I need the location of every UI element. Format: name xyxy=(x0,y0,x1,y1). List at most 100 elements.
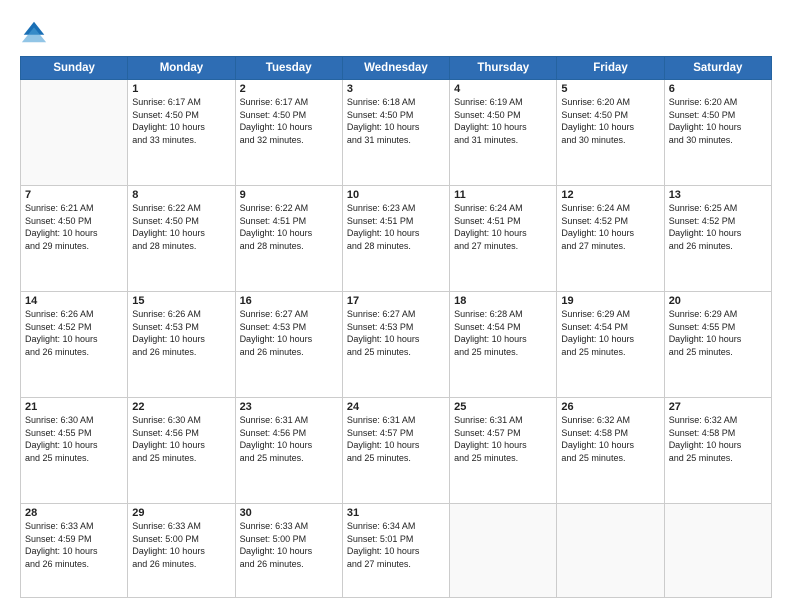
day-number: 20 xyxy=(669,295,767,307)
page-header xyxy=(20,18,772,46)
calendar-cell: 8Sunrise: 6:22 AM Sunset: 4:50 PM Daylig… xyxy=(128,186,235,292)
calendar-cell: 26Sunrise: 6:32 AM Sunset: 4:58 PM Dayli… xyxy=(557,398,664,504)
day-info: Sunrise: 6:25 AM Sunset: 4:52 PM Dayligh… xyxy=(669,202,767,252)
day-number: 4 xyxy=(454,83,552,95)
calendar-cell: 27Sunrise: 6:32 AM Sunset: 4:58 PM Dayli… xyxy=(664,398,771,504)
calendar-cell: 12Sunrise: 6:24 AM Sunset: 4:52 PM Dayli… xyxy=(557,186,664,292)
day-info: Sunrise: 6:29 AM Sunset: 4:55 PM Dayligh… xyxy=(669,308,767,358)
calendar-cell xyxy=(21,80,128,186)
calendar-cell: 14Sunrise: 6:26 AM Sunset: 4:52 PM Dayli… xyxy=(21,292,128,398)
day-number: 31 xyxy=(347,507,445,519)
day-number: 5 xyxy=(561,83,659,95)
calendar-cell: 29Sunrise: 6:33 AM Sunset: 5:00 PM Dayli… xyxy=(128,504,235,598)
day-number: 30 xyxy=(240,507,338,519)
day-number: 14 xyxy=(25,295,123,307)
day-info: Sunrise: 6:32 AM Sunset: 4:58 PM Dayligh… xyxy=(561,414,659,464)
logo-icon xyxy=(20,18,48,46)
day-info: Sunrise: 6:31 AM Sunset: 4:57 PM Dayligh… xyxy=(454,414,552,464)
day-number: 3 xyxy=(347,83,445,95)
day-info: Sunrise: 6:31 AM Sunset: 4:56 PM Dayligh… xyxy=(240,414,338,464)
day-number: 17 xyxy=(347,295,445,307)
day-info: Sunrise: 6:22 AM Sunset: 4:51 PM Dayligh… xyxy=(240,202,338,252)
day-header-saturday: Saturday xyxy=(664,57,771,80)
calendar-cell: 22Sunrise: 6:30 AM Sunset: 4:56 PM Dayli… xyxy=(128,398,235,504)
calendar-cell: 6Sunrise: 6:20 AM Sunset: 4:50 PM Daylig… xyxy=(664,80,771,186)
day-info: Sunrise: 6:17 AM Sunset: 4:50 PM Dayligh… xyxy=(132,96,230,146)
day-info: Sunrise: 6:33 AM Sunset: 5:00 PM Dayligh… xyxy=(240,520,338,570)
calendar-cell: 24Sunrise: 6:31 AM Sunset: 4:57 PM Dayli… xyxy=(342,398,449,504)
calendar-cell: 23Sunrise: 6:31 AM Sunset: 4:56 PM Dayli… xyxy=(235,398,342,504)
week-row-4: 28Sunrise: 6:33 AM Sunset: 4:59 PM Dayli… xyxy=(21,504,772,598)
day-number: 29 xyxy=(132,507,230,519)
day-info: Sunrise: 6:29 AM Sunset: 4:54 PM Dayligh… xyxy=(561,308,659,358)
day-info: Sunrise: 6:22 AM Sunset: 4:50 PM Dayligh… xyxy=(132,202,230,252)
day-info: Sunrise: 6:23 AM Sunset: 4:51 PM Dayligh… xyxy=(347,202,445,252)
day-number: 23 xyxy=(240,401,338,413)
day-info: Sunrise: 6:27 AM Sunset: 4:53 PM Dayligh… xyxy=(240,308,338,358)
calendar-cell: 31Sunrise: 6:34 AM Sunset: 5:01 PM Dayli… xyxy=(342,504,449,598)
calendar-table: SundayMondayTuesdayWednesdayThursdayFrid… xyxy=(20,56,772,598)
calendar-cell xyxy=(557,504,664,598)
calendar-cell: 9Sunrise: 6:22 AM Sunset: 4:51 PM Daylig… xyxy=(235,186,342,292)
calendar-cell: 16Sunrise: 6:27 AM Sunset: 4:53 PM Dayli… xyxy=(235,292,342,398)
day-number: 15 xyxy=(132,295,230,307)
calendar-cell: 17Sunrise: 6:27 AM Sunset: 4:53 PM Dayli… xyxy=(342,292,449,398)
week-row-3: 21Sunrise: 6:30 AM Sunset: 4:55 PM Dayli… xyxy=(21,398,772,504)
day-number: 1 xyxy=(132,83,230,95)
calendar-cell: 1Sunrise: 6:17 AM Sunset: 4:50 PM Daylig… xyxy=(128,80,235,186)
day-info: Sunrise: 6:30 AM Sunset: 4:55 PM Dayligh… xyxy=(25,414,123,464)
day-info: Sunrise: 6:24 AM Sunset: 4:52 PM Dayligh… xyxy=(561,202,659,252)
day-number: 6 xyxy=(669,83,767,95)
calendar-cell: 13Sunrise: 6:25 AM Sunset: 4:52 PM Dayli… xyxy=(664,186,771,292)
day-header-friday: Friday xyxy=(557,57,664,80)
calendar-header-row: SundayMondayTuesdayWednesdayThursdayFrid… xyxy=(21,57,772,80)
day-number: 18 xyxy=(454,295,552,307)
day-number: 24 xyxy=(347,401,445,413)
calendar-cell: 30Sunrise: 6:33 AM Sunset: 5:00 PM Dayli… xyxy=(235,504,342,598)
day-info: Sunrise: 6:31 AM Sunset: 4:57 PM Dayligh… xyxy=(347,414,445,464)
day-info: Sunrise: 6:34 AM Sunset: 5:01 PM Dayligh… xyxy=(347,520,445,570)
day-number: 12 xyxy=(561,189,659,201)
day-number: 21 xyxy=(25,401,123,413)
day-info: Sunrise: 6:18 AM Sunset: 4:50 PM Dayligh… xyxy=(347,96,445,146)
calendar-cell: 4Sunrise: 6:19 AM Sunset: 4:50 PM Daylig… xyxy=(450,80,557,186)
day-number: 25 xyxy=(454,401,552,413)
day-number: 9 xyxy=(240,189,338,201)
day-number: 7 xyxy=(25,189,123,201)
day-header-monday: Monday xyxy=(128,57,235,80)
week-row-2: 14Sunrise: 6:26 AM Sunset: 4:52 PM Dayli… xyxy=(21,292,772,398)
day-info: Sunrise: 6:20 AM Sunset: 4:50 PM Dayligh… xyxy=(669,96,767,146)
day-header-tuesday: Tuesday xyxy=(235,57,342,80)
day-number: 22 xyxy=(132,401,230,413)
day-info: Sunrise: 6:24 AM Sunset: 4:51 PM Dayligh… xyxy=(454,202,552,252)
calendar-cell: 7Sunrise: 6:21 AM Sunset: 4:50 PM Daylig… xyxy=(21,186,128,292)
day-header-wednesday: Wednesday xyxy=(342,57,449,80)
day-info: Sunrise: 6:26 AM Sunset: 4:53 PM Dayligh… xyxy=(132,308,230,358)
day-info: Sunrise: 6:32 AM Sunset: 4:58 PM Dayligh… xyxy=(669,414,767,464)
day-header-sunday: Sunday xyxy=(21,57,128,80)
day-info: Sunrise: 6:19 AM Sunset: 4:50 PM Dayligh… xyxy=(454,96,552,146)
calendar-cell xyxy=(450,504,557,598)
day-info: Sunrise: 6:21 AM Sunset: 4:50 PM Dayligh… xyxy=(25,202,123,252)
day-info: Sunrise: 6:20 AM Sunset: 4:50 PM Dayligh… xyxy=(561,96,659,146)
calendar-cell: 18Sunrise: 6:28 AM Sunset: 4:54 PM Dayli… xyxy=(450,292,557,398)
day-info: Sunrise: 6:17 AM Sunset: 4:50 PM Dayligh… xyxy=(240,96,338,146)
calendar-cell: 11Sunrise: 6:24 AM Sunset: 4:51 PM Dayli… xyxy=(450,186,557,292)
day-number: 11 xyxy=(454,189,552,201)
day-number: 27 xyxy=(669,401,767,413)
calendar-cell: 19Sunrise: 6:29 AM Sunset: 4:54 PM Dayli… xyxy=(557,292,664,398)
day-number: 2 xyxy=(240,83,338,95)
week-row-1: 7Sunrise: 6:21 AM Sunset: 4:50 PM Daylig… xyxy=(21,186,772,292)
day-number: 19 xyxy=(561,295,659,307)
day-info: Sunrise: 6:26 AM Sunset: 4:52 PM Dayligh… xyxy=(25,308,123,358)
calendar-cell: 3Sunrise: 6:18 AM Sunset: 4:50 PM Daylig… xyxy=(342,80,449,186)
day-number: 28 xyxy=(25,507,123,519)
day-header-thursday: Thursday xyxy=(450,57,557,80)
calendar-cell: 21Sunrise: 6:30 AM Sunset: 4:55 PM Dayli… xyxy=(21,398,128,504)
calendar-cell: 10Sunrise: 6:23 AM Sunset: 4:51 PM Dayli… xyxy=(342,186,449,292)
calendar-cell: 5Sunrise: 6:20 AM Sunset: 4:50 PM Daylig… xyxy=(557,80,664,186)
calendar-cell: 28Sunrise: 6:33 AM Sunset: 4:59 PM Dayli… xyxy=(21,504,128,598)
calendar-cell: 15Sunrise: 6:26 AM Sunset: 4:53 PM Dayli… xyxy=(128,292,235,398)
week-row-0: 1Sunrise: 6:17 AM Sunset: 4:50 PM Daylig… xyxy=(21,80,772,186)
day-info: Sunrise: 6:28 AM Sunset: 4:54 PM Dayligh… xyxy=(454,308,552,358)
